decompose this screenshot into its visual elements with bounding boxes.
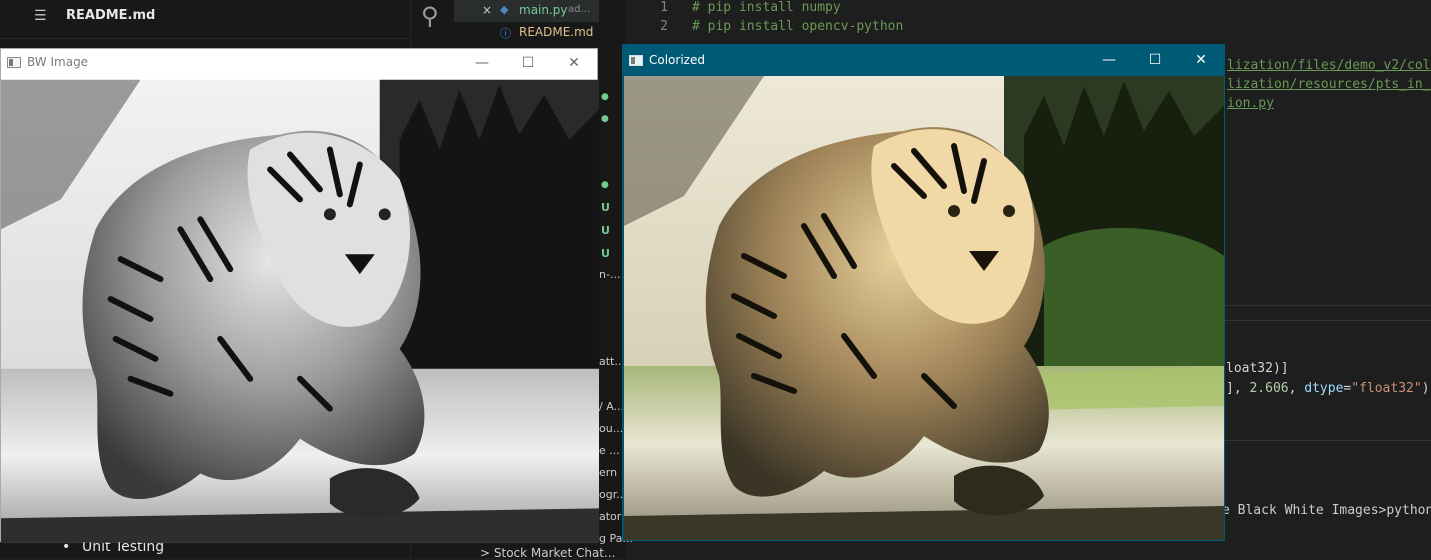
line-number: 1 xyxy=(660,0,668,15)
code-token: ], xyxy=(1226,381,1250,396)
code-comment: # pip install opencv-python xyxy=(692,19,904,34)
explorer-item-fragment[interactable]: ern xyxy=(599,466,617,479)
app-window-icon xyxy=(629,55,643,66)
maximize-button[interactable]: ☐ xyxy=(1132,45,1178,75)
app-window-icon xyxy=(7,57,21,68)
info-icon: ⓘ xyxy=(500,27,511,40)
modified-dot-icon: ● xyxy=(601,92,609,102)
explorer-item-fragment[interactable]: att... xyxy=(599,355,625,368)
open-editor-description: ad... xyxy=(568,4,591,15)
open-editor-name: README.md xyxy=(519,25,594,39)
list-icon: ☰ xyxy=(34,8,47,24)
explorer-item-fragment[interactable]: ou... xyxy=(599,422,623,435)
close-button[interactable]: ✕ xyxy=(1178,45,1224,75)
modified-dot-icon: ● xyxy=(601,180,609,190)
bw-image-window[interactable]: BW Image — ☐ ✕ xyxy=(0,48,599,543)
open-editor-name: main.py xyxy=(519,3,568,17)
terminal-prompt[interactable]: e Black White Images>python ma xyxy=(1222,503,1431,518)
git-status-badge: U xyxy=(601,201,610,214)
comment-link[interactable]: lization/resources/pts_in_hul xyxy=(1227,77,1431,92)
comment-link[interactable]: lization/files/demo_v2/coloriza xyxy=(1227,58,1431,73)
code-comment: # pip install numpy xyxy=(692,0,841,15)
explorer-item-fragment[interactable]: / A... xyxy=(599,400,624,413)
grayscale-tiger-image xyxy=(1,79,599,543)
close-icon[interactable]: × xyxy=(482,3,492,17)
code-fragment: loat32)] xyxy=(1226,361,1289,376)
window-titlebar[interactable]: BW Image — ☐ ✕ xyxy=(1,49,597,77)
code-keyword: dtype xyxy=(1304,381,1344,396)
line-number: 2 xyxy=(660,19,668,34)
window-title: BW Image xyxy=(27,55,89,69)
window-titlebar[interactable]: Colorized — ☐ ✕ xyxy=(623,45,1224,75)
git-status-badge: U xyxy=(601,224,610,237)
modified-dot-icon: ● xyxy=(601,114,609,124)
search-icon[interactable]: ⚲ xyxy=(421,2,439,30)
minimize-button[interactable]: — xyxy=(1086,45,1132,75)
code-token: )] xyxy=(1421,381,1431,396)
maximize-button[interactable]: ☐ xyxy=(505,49,551,77)
git-status-badge: U xyxy=(601,247,610,260)
readme-tab-header[interactable]: ☰ README.md xyxy=(0,0,410,39)
code-number: 2.606 xyxy=(1249,381,1289,396)
code-fragment: ], 2.606, dtype="float32")] xyxy=(1226,381,1431,396)
python-icon: ◆ xyxy=(500,3,509,16)
code-token: , xyxy=(1288,381,1305,396)
code-string: "float32" xyxy=(1351,381,1422,396)
explorer-item-fragment[interactable]: ator xyxy=(599,510,621,523)
minimize-button[interactable]: — xyxy=(459,49,505,77)
colorized-window[interactable]: Colorized — ☐ ✕ xyxy=(622,44,1225,541)
comment-link[interactable]: ion.py xyxy=(1227,96,1274,111)
close-button[interactable]: ✕ xyxy=(551,49,597,77)
colorized-tiger-image xyxy=(624,76,1224,540)
explorer-item-fragment[interactable]: n-... xyxy=(599,268,620,281)
explorer-item-fragment[interactable]: e ... xyxy=(599,444,620,457)
window-title: Colorized xyxy=(649,53,705,67)
readme-title: README.md xyxy=(66,8,156,23)
